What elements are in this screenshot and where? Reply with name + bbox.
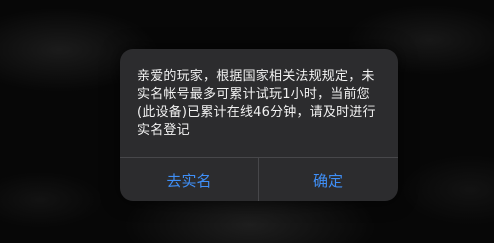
go-real-name-button[interactable]: 去实名 xyxy=(120,158,258,201)
confirm-button[interactable]: 确定 xyxy=(259,158,397,201)
real-name-alert-dialog: 亲爱的玩家，根据国家相关法规规定，未实名帐号最多可累计试玩1小时，当前您(此设备… xyxy=(120,49,398,201)
alert-message: 亲爱的玩家，根据国家相关法规规定，未实名帐号最多可累计试玩1小时，当前您(此设备… xyxy=(137,69,376,138)
alert-button-row: 去实名 确定 xyxy=(120,157,398,201)
